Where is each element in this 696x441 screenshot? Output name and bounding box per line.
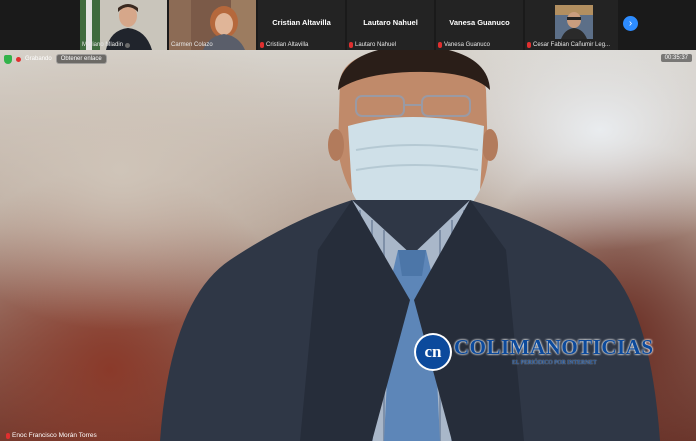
participant-tile[interactable]: Carmen Colazo bbox=[169, 0, 256, 50]
participant-display-name: Cristian Altavilla bbox=[272, 18, 331, 27]
mic-muted-icon bbox=[260, 42, 264, 48]
participant-tile[interactable]: Cristian Altavilla Cristian Altavilla bbox=[258, 0, 345, 50]
chevron-right-icon[interactable]: › bbox=[623, 16, 638, 31]
logo-tagline: EL PERIÓDICO POR INTERNET bbox=[512, 360, 597, 366]
mic-muted-icon bbox=[349, 42, 353, 48]
copy-link-button[interactable]: Obtener enlace bbox=[55, 54, 107, 64]
participant-avatar bbox=[555, 5, 593, 39]
participant-tile[interactable]: Lautaro Nahuel Lautaro Nahuel bbox=[347, 0, 434, 50]
participant-name: Vanesa Guanuco bbox=[438, 42, 490, 48]
mic-icon bbox=[125, 42, 131, 48]
participant-name: Carmen Colazo bbox=[171, 42, 213, 48]
participant-tile[interactable]: Cesar Fabian Cañumir Leg... bbox=[525, 0, 618, 50]
record-dot-icon bbox=[16, 56, 21, 62]
participant-tile[interactable]: Vanesa Guanuco Vanesa Guanuco bbox=[436, 0, 523, 50]
participant-name: Lautaro Nahuel bbox=[349, 42, 396, 48]
active-speaker-video: Grabando Obtener enlace 00:35:37 Enoc Fr… bbox=[0, 50, 696, 441]
mic-muted-icon bbox=[6, 432, 10, 439]
participant-name: Cesar Fabian Cañumir Leg... bbox=[527, 42, 610, 48]
recording-label: Grabando bbox=[25, 56, 52, 62]
shield-icon bbox=[4, 54, 12, 64]
mic-muted-icon bbox=[438, 42, 442, 48]
active-speaker-name: Enoc Francisco Morán Torres bbox=[6, 432, 97, 439]
participant-display-name: Lautaro Nahuel bbox=[363, 18, 418, 27]
participant-gallery-strip: Mariano Mladin Carmen Colazo Cristian Al… bbox=[0, 0, 696, 50]
speaker-illustration bbox=[160, 50, 660, 441]
participant-display-name: Vanesa Guanuco bbox=[449, 18, 510, 27]
colimanoticias-watermark: cn COLIMANOTICIAS EL PERIÓDICO POR INTER… bbox=[416, 335, 666, 375]
mic-muted-icon bbox=[527, 42, 531, 48]
participant-name: Mariano Mladin bbox=[82, 42, 131, 48]
meeting-timer: 00:35:37 bbox=[660, 54, 692, 62]
participant-name: Cristian Altavilla bbox=[260, 42, 308, 48]
recording-indicator: Grabando Obtener enlace bbox=[4, 54, 107, 64]
logo-brand: COLIMANOTICIAS bbox=[454, 335, 654, 359]
logo-mark: cn bbox=[416, 335, 450, 369]
participant-tile[interactable]: Mariano Mladin bbox=[80, 0, 167, 50]
